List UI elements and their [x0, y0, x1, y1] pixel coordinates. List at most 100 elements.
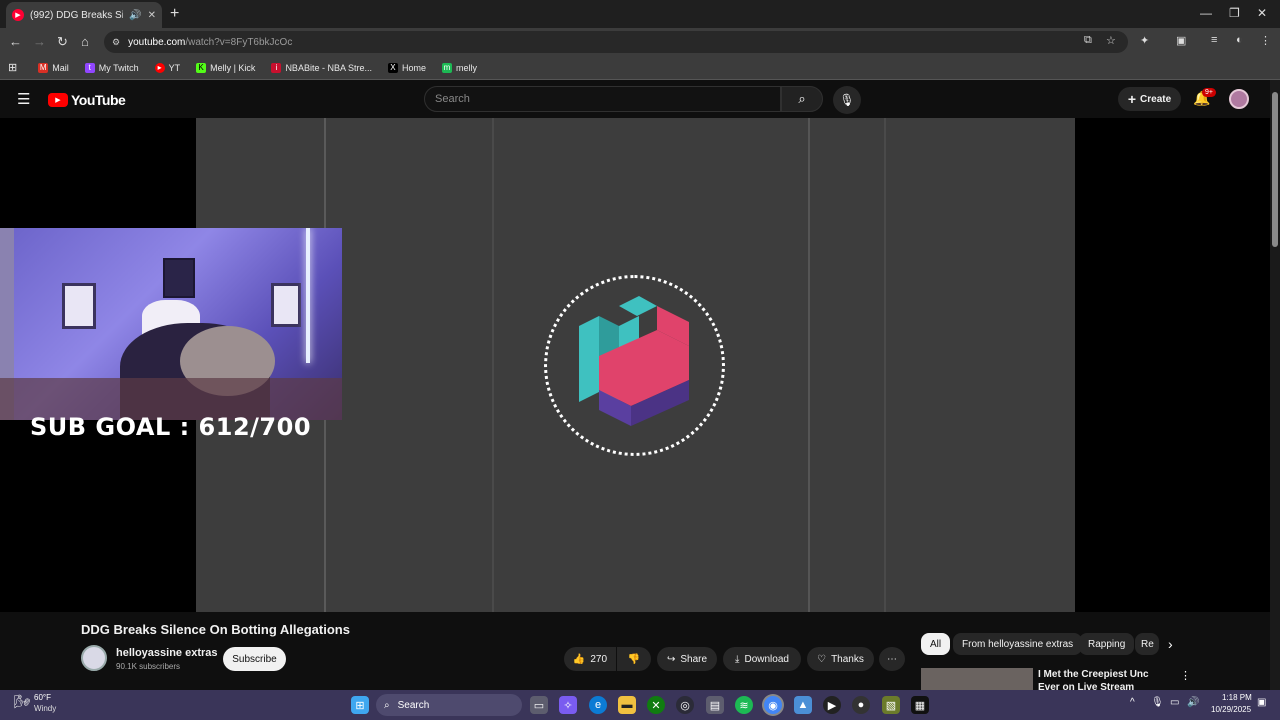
- close-tab-icon[interactable]: ✕: [148, 10, 156, 21]
- split-view-icon[interactable]: ▣: [1176, 34, 1186, 47]
- close-window-icon[interactable]: ✕: [1257, 6, 1267, 20]
- more-actions-button[interactable]: ⋯: [879, 647, 905, 671]
- reload-icon[interactable]: ↻: [57, 34, 68, 50]
- bookmark-mail[interactable]: M Mail: [33, 62, 74, 73]
- bookmark-yt[interactable]: ▸ YT: [150, 62, 186, 73]
- more-vertical-icon[interactable]: ⋮: [1180, 669, 1191, 682]
- recommended-video-thumbnail[interactable]: [921, 668, 1033, 690]
- taskbar-search-label: Search: [397, 699, 430, 711]
- youtube-logo[interactable]: ▶ YouTube: [48, 92, 126, 108]
- home-icon[interactable]: ⌂: [81, 34, 89, 49]
- like-button[interactable]: 👍 270: [564, 647, 616, 671]
- bookmark-label: Mail: [52, 62, 69, 73]
- chrome-icon[interactable]: ◉: [764, 696, 782, 714]
- user-avatar[interactable]: [1229, 89, 1249, 109]
- spotify-icon[interactable]: ≋: [735, 696, 753, 714]
- weather-desc: Windy: [34, 704, 57, 713]
- copilot-icon[interactable]: ✧: [559, 696, 577, 714]
- browser-menu-icon[interactable]: ⋮: [1260, 34, 1271, 47]
- chip-from-channel[interactable]: From helloyassine extras: [953, 633, 1083, 655]
- chevron-right-icon[interactable]: ›: [1168, 636, 1173, 652]
- clock-time[interactable]: 1:18 PM: [1222, 693, 1252, 702]
- dislike-button[interactable]: 👎: [617, 647, 651, 671]
- twitch-icon: t: [84, 62, 95, 73]
- scrollbar-thumb[interactable]: [1272, 92, 1278, 247]
- page-scrollbar[interactable]: [1270, 80, 1280, 690]
- store-icon[interactable]: ▤: [706, 696, 724, 714]
- edge-icon[interactable]: e: [589, 696, 607, 714]
- channel-avatar[interactable]: [81, 645, 107, 671]
- clock-date[interactable]: 10/29/2025: [1211, 705, 1251, 714]
- search-button[interactable]: ⌕: [781, 86, 823, 112]
- bookmark-label: NBABite - NBA Stre...: [285, 62, 372, 73]
- chip-rapping[interactable]: Rapping: [1079, 633, 1135, 655]
- video-artifact-line: [808, 118, 810, 612]
- logo-teal-left: [579, 316, 599, 402]
- bookmark-nbabite[interactable]: i NBABite - NBA Stre...: [266, 62, 377, 73]
- taskbar-search[interactable]: ⌕ Search: [376, 694, 522, 716]
- editor-icon[interactable]: ▧: [882, 696, 900, 714]
- site-info-icon[interactable]: ⚙: [112, 37, 120, 48]
- new-tab-button[interactable]: +: [170, 5, 179, 23]
- kick-icon: K: [196, 62, 207, 73]
- notification-center-icon[interactable]: ▣: [1257, 697, 1266, 708]
- bookmark-kick[interactable]: K Melly | Kick: [191, 62, 260, 73]
- url-field[interactable]: ⚙ youtube.com/watch?v=8FyT6bkJcOc: [104, 31, 1128, 53]
- file-explorer-icon[interactable]: ▬: [618, 696, 636, 714]
- hamburger-menu-icon[interactable]: ☰: [17, 90, 30, 108]
- notification-badge: 9+: [1202, 88, 1216, 97]
- network-icon[interactable]: ▭: [1170, 697, 1179, 708]
- channel-name[interactable]: helloyassine extras: [116, 647, 218, 659]
- tab-title: (992) DDG Breaks Silence On Botting Alle…: [30, 9, 123, 21]
- search-icon: ⌕: [384, 699, 390, 711]
- download-button[interactable]: ⤓ Download: [723, 647, 801, 671]
- start-windows-icon[interactable]: ⊞: [351, 696, 369, 714]
- download-label: Download: [744, 653, 789, 665]
- create-button[interactable]: + Create: [1118, 87, 1181, 111]
- speaker-icon[interactable]: 🔊: [129, 10, 141, 21]
- voice-search-button[interactable]: 🎙: [833, 86, 861, 114]
- github-desktop-icon[interactable]: ◎: [676, 696, 694, 714]
- weather-icon[interactable]: 🌬: [14, 694, 31, 710]
- extensions-icon[interactable]: ✦: [1140, 34, 1149, 47]
- windows-taskbar: [0, 690, 1280, 720]
- apps-grid-icon[interactable]: ⊞: [8, 61, 17, 74]
- minimize-icon[interactable]: —: [1200, 6, 1212, 20]
- bookmark-melly[interactable]: m melly: [437, 62, 482, 73]
- streaming-app-icon[interactable]: ▦: [911, 696, 929, 714]
- bookmark-label: Home: [401, 62, 426, 73]
- microphone-tray-icon[interactable]: 🎙: [1151, 697, 1164, 708]
- show-hidden-icons-chevron-icon[interactable]: ^: [1130, 697, 1135, 708]
- right-page-margin: [1075, 118, 1270, 612]
- url-path: /watch?v=8FyT6bkJcOc: [185, 36, 293, 48]
- recommended-video-title[interactable]: I Met the Creepiest Unc Ever on Live Str…: [1038, 668, 1173, 690]
- subscribe-button[interactable]: Subscribe: [223, 647, 286, 671]
- youtube-wordmark: YouTube: [71, 92, 126, 108]
- forward-icon[interactable]: →: [33, 34, 46, 49]
- search-input[interactable]: Search: [424, 86, 781, 112]
- bookmark-my-twitch[interactable]: t My Twitch: [80, 62, 144, 73]
- restore-icon[interactable]: ❐: [1229, 6, 1240, 20]
- youtube-header: ☰ ▶ YouTube Search ⌕ 🎙 + Create 🔔 9+: [0, 80, 1270, 118]
- back-icon[interactable]: ←: [9, 34, 22, 49]
- chip-recent[interactable]: Re: [1135, 633, 1159, 655]
- share-button[interactable]: ↪ Share: [657, 647, 717, 671]
- media-control-icon[interactable]: ≡: [1211, 34, 1217, 46]
- volume-icon[interactable]: 🔊: [1187, 697, 1199, 708]
- plus-icon: +: [1127, 91, 1137, 107]
- bookmark-label: YT: [168, 62, 181, 73]
- bookmark-x-home[interactable]: X Home: [383, 62, 431, 73]
- more-horizontal-icon: ⋯: [887, 653, 897, 665]
- xbox-icon[interactable]: ✕: [647, 696, 665, 714]
- obs-icon[interactable]: ●: [852, 696, 870, 714]
- thanks-button[interactable]: ♡ Thanks: [807, 647, 874, 671]
- cast-icon[interactable]: ⧉: [1084, 34, 1092, 47]
- task-view-icon[interactable]: ▭: [530, 696, 548, 714]
- profile-icon[interactable]: ◐: [1236, 34, 1243, 46]
- browser-tab[interactable]: ▶ (992) DDG Breaks Silence On Botting Al…: [6, 2, 162, 28]
- chip-all[interactable]: All: [921, 633, 951, 655]
- subscriber-count: 90.1K subscribers: [116, 662, 181, 671]
- media-player-icon[interactable]: ▶: [823, 696, 841, 714]
- photos-icon[interactable]: ▲: [794, 696, 812, 714]
- bookmark-star-icon[interactable]: ☆: [1106, 34, 1116, 47]
